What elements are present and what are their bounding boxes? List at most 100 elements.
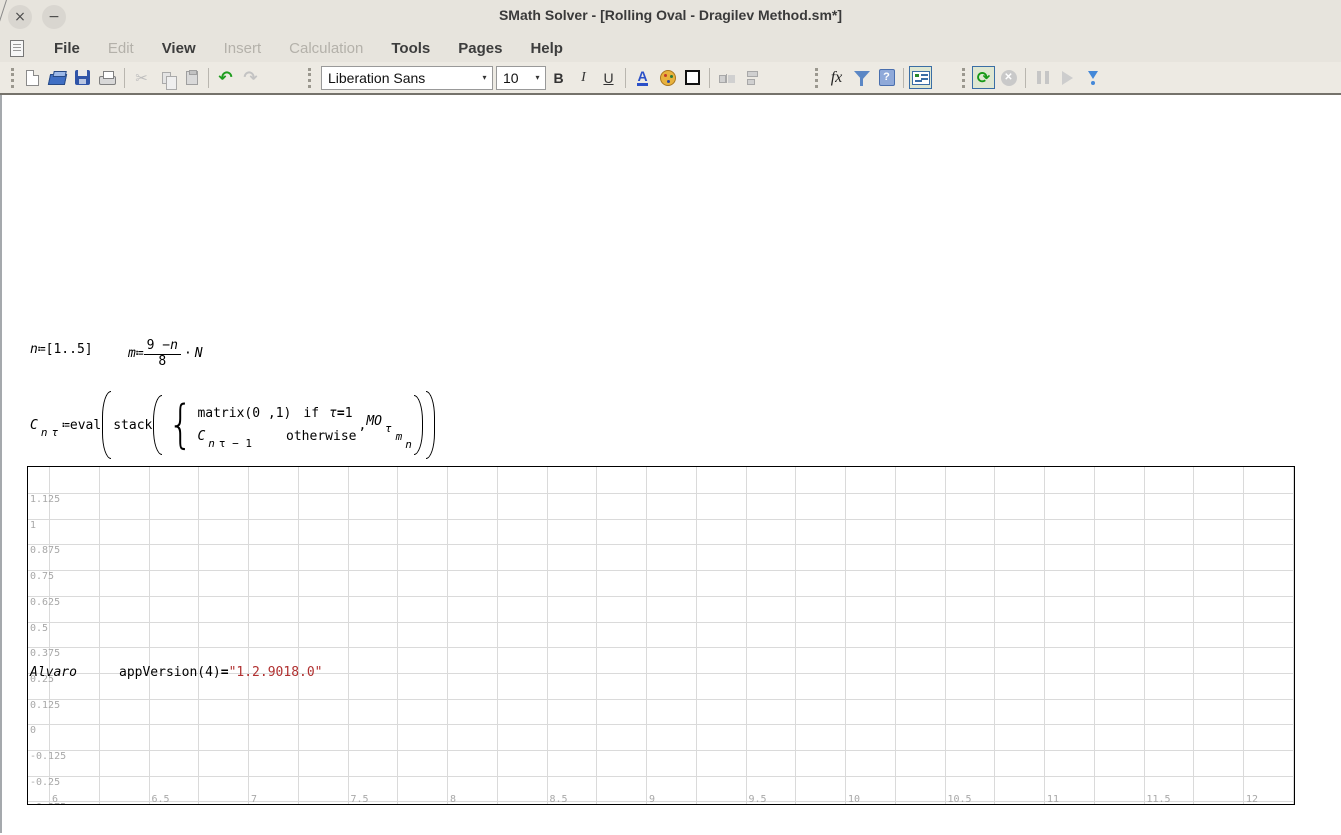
- open-button[interactable]: [46, 66, 69, 89]
- open-paren: [153, 395, 162, 455]
- menu-pages[interactable]: Pages: [444, 38, 516, 59]
- x-tick-label: 10: [848, 794, 860, 805]
- gridline-horizontal: [28, 596, 1294, 597]
- italic-icon: I: [581, 70, 586, 86]
- toolbar-separator: [709, 68, 710, 88]
- border-square-icon: [685, 70, 700, 85]
- gridline-horizontal: [28, 776, 1294, 777]
- menu-help[interactable]: Help: [516, 38, 577, 59]
- assign-operator: ≔: [62, 418, 70, 433]
- underline-button[interactable]: U: [597, 66, 620, 89]
- subscript-n: n: [405, 438, 412, 451]
- plot-area[interactable]: 1.12510.8750.750.6250.50.3750.250.1250-0…: [27, 466, 1295, 805]
- chevron-down-icon[interactable]: ▾: [477, 73, 492, 82]
- align-horizontal-button: [715, 66, 738, 89]
- gridline-vertical: [198, 467, 199, 804]
- gridline-horizontal: [28, 493, 1294, 494]
- font-family-select[interactable]: Liberation Sans ▾: [321, 66, 493, 90]
- gridline-vertical: [547, 467, 548, 804]
- cut-button: ✂: [130, 66, 153, 89]
- appversion-expression[interactable]: appVersion(4)="1.2.9018.0": [119, 665, 323, 680]
- gridline-vertical: [945, 467, 946, 804]
- gridline-horizontal: [28, 647, 1294, 648]
- undo-button[interactable]: ↶: [214, 66, 237, 89]
- filter-button[interactable]: [850, 66, 873, 89]
- toolbar-drag-handle[interactable]: [962, 68, 966, 88]
- var-N: N: [195, 346, 203, 361]
- font-family-value: Liberation Sans: [322, 70, 477, 86]
- x-tick-label: 12: [1246, 794, 1258, 805]
- recalculate-button[interactable]: ⟳: [972, 66, 995, 89]
- gridline-vertical: [1144, 467, 1145, 804]
- scissors-icon: ✂: [135, 69, 148, 87]
- copy-icon: [162, 72, 171, 84]
- author-text[interactable]: Alvaro: [30, 665, 77, 680]
- eval-function: eval: [70, 418, 101, 433]
- y-tick-label: 1.125: [30, 494, 60, 505]
- clipboard-icon: [186, 71, 198, 85]
- background-color-button[interactable]: [656, 66, 679, 89]
- expression-range-definition[interactable]: n≔[1..5]: [30, 342, 93, 357]
- font-size-select[interactable]: 10 ▾: [496, 66, 546, 90]
- cond-value: 1: [345, 406, 353, 421]
- range-value: [1..5]: [46, 342, 93, 357]
- x-tick-label: 7: [251, 794, 257, 805]
- chevron-down-icon[interactable]: ▾: [530, 73, 545, 82]
- gridline-vertical: [298, 467, 299, 804]
- stop-button: ✕: [997, 66, 1020, 89]
- stack-function: stack: [113, 418, 152, 433]
- toolbar-drag-handle[interactable]: [308, 68, 312, 88]
- document-icon[interactable]: [10, 40, 24, 57]
- italic-button[interactable]: I: [572, 66, 595, 89]
- font-color-button[interactable]: A: [631, 66, 654, 89]
- new-button[interactable]: [21, 66, 44, 89]
- save-button[interactable]: [71, 66, 94, 89]
- gridline-vertical: [1243, 467, 1244, 804]
- play-icon: [1062, 71, 1073, 85]
- palette-icon: [660, 70, 676, 86]
- gridline-vertical: [994, 467, 995, 804]
- menu-tools[interactable]: Tools: [377, 38, 444, 59]
- border-button[interactable]: [681, 66, 704, 89]
- subscript-n: n: [41, 426, 48, 439]
- bold-button[interactable]: B: [547, 66, 570, 89]
- paste-button: [180, 66, 203, 89]
- toolbar-separator: [124, 68, 125, 88]
- smath-window: × − SMath Solver - [Rolling Oval - Dragi…: [0, 0, 1341, 835]
- y-tick-label: 0.5: [30, 623, 48, 634]
- help-book-icon: ?: [879, 69, 895, 86]
- otherwise-keyword: otherwise: [286, 429, 356, 444]
- equals-operator: =: [221, 665, 229, 680]
- toolbar-drag-handle[interactable]: [815, 68, 819, 88]
- gridline-vertical: [1293, 467, 1294, 804]
- menu-view[interactable]: View: [148, 38, 210, 59]
- copy-button: [155, 66, 178, 89]
- expression-m-definition[interactable]: m≔9 −n8·N: [128, 338, 203, 369]
- gridline-horizontal: [28, 724, 1294, 725]
- menu-file[interactable]: File: [40, 38, 94, 59]
- menu-insert: Insert: [210, 38, 276, 59]
- gridline-vertical: [149, 467, 150, 804]
- worksheet-canvas[interactable]: n≔[1..5] m≔9 −n8·N C n τ ≔ eval stack { …: [0, 95, 1341, 833]
- gridline-vertical: [447, 467, 448, 804]
- piecewise-cases: matrix (0 ,1) if τ = 1 C n τ − 1 otherwi…: [197, 404, 356, 446]
- x-tick-label: 6: [52, 794, 58, 805]
- expression-c-definition[interactable]: C n τ ≔ eval stack { matrix (0 ,1) if τ …: [30, 391, 436, 459]
- cond-var-tau: τ: [329, 406, 337, 421]
- y-tick-label: 0.125: [30, 700, 60, 711]
- print-button[interactable]: [96, 66, 119, 89]
- toolbar: ✂ ↶ ↷ Liberation Sans ▾ 10 ▾ B I U A fx …: [0, 62, 1341, 95]
- bool-equals: =: [337, 406, 345, 421]
- x-tick-label: 11.5: [1147, 794, 1171, 805]
- x-tick-label: 9: [649, 794, 655, 805]
- gridline-vertical: [895, 467, 896, 804]
- step-button[interactable]: [1081, 66, 1104, 89]
- insert-function-button[interactable]: fx: [825, 66, 848, 89]
- y-tick-label: 0.875: [30, 545, 60, 556]
- fraction-numerator: 9 −n: [144, 338, 181, 355]
- toolbar-drag-handle[interactable]: [11, 68, 15, 88]
- reference-button[interactable]: ?: [875, 66, 898, 89]
- side-panel-button[interactable]: [909, 66, 932, 89]
- x-tick-label: 7.5: [351, 794, 369, 805]
- gridline-horizontal: [28, 801, 1294, 802]
